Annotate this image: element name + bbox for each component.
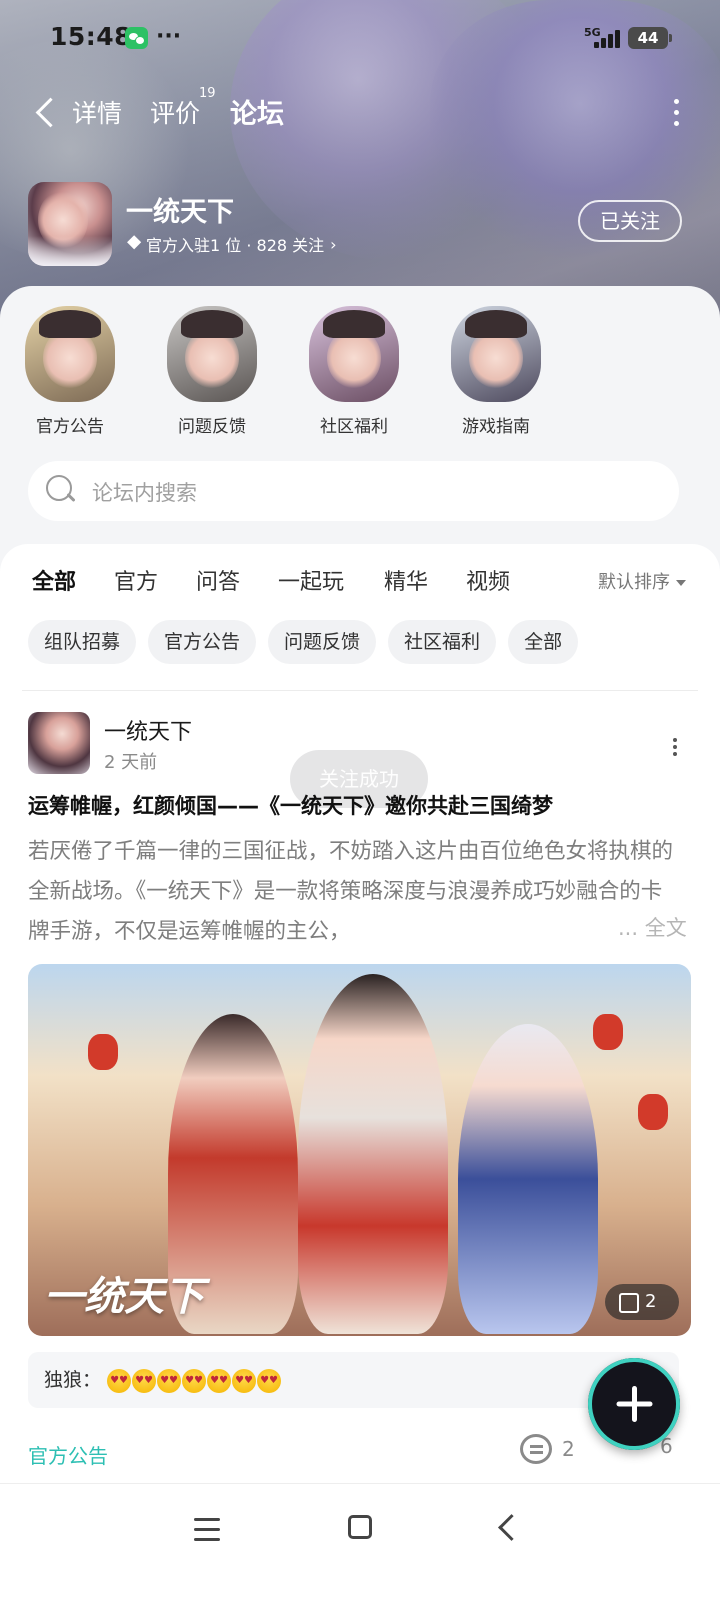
comment-button[interactable]: 2: [520, 1434, 575, 1464]
game-icon[interactable]: [28, 182, 112, 266]
tab-reviews[interactable]: 评价: [150, 94, 200, 130]
tab-official[interactable]: 官方: [114, 564, 158, 596]
filter-chips: 组队招募 官方公告 问题反馈 社区福利 全部: [28, 620, 579, 664]
board-avatar: [309, 306, 399, 402]
tab-all[interactable]: 全部: [32, 564, 76, 598]
character-figure: [458, 1024, 598, 1334]
feed-tabs: 全部 官方 问答 一起玩 精华 视频 默认排序: [0, 544, 720, 614]
signal-icon: [588, 30, 622, 48]
board-label: 官方公告: [36, 417, 104, 437]
more-icon[interactable]: [672, 96, 680, 126]
comment-count: 2: [562, 1437, 575, 1461]
reviews-count-badge: 19: [199, 86, 216, 101]
heart-eyes-emoji-icon: ♥♥: [157, 1368, 182, 1393]
more-notifications-icon: ···: [156, 24, 182, 49]
full-text-link[interactable]: ... 全文: [600, 912, 687, 942]
avatar[interactable]: [28, 712, 90, 774]
chip-all[interactable]: 全部: [508, 620, 579, 664]
board-item-feedback[interactable]: 问题反馈: [162, 306, 262, 437]
chip-team-recruit[interactable]: 组队招募: [28, 620, 137, 664]
status-bar: 15:48 ··· 5G 44: [0, 0, 720, 78]
divider: [22, 690, 698, 691]
follow-button[interactable]: 已关注: [578, 200, 682, 242]
comment-preview[interactable]: 独狼： ♥♥ ♥♥ ♥♥ ♥♥ ♥♥ ♥♥ ♥♥: [28, 1352, 679, 1408]
add-post-button[interactable]: [588, 1358, 680, 1450]
comment-emojis: ♥♥ ♥♥ ♥♥ ♥♥ ♥♥ ♥♥ ♥♥: [107, 1368, 282, 1393]
game-info: 一统天下 官方入驻1 位 · 828 关注 › 已关注: [28, 182, 698, 266]
header-banner: 15:48 ··· 5G 44 详情 评价 19 论坛 一统天下 官方入驻1 位…: [0, 0, 720, 330]
status-time: 15:48: [50, 22, 133, 51]
board-list: 官方公告 问题反馈 社区福利 游戏指南: [20, 306, 700, 437]
wechat-icon: [125, 27, 148, 49]
board-avatar: [451, 306, 541, 402]
post-author[interactable]: 一统天下: [104, 714, 192, 746]
chip-announcements[interactable]: 官方公告: [148, 620, 257, 664]
heart-eyes-emoji-icon: ♥♥: [232, 1368, 257, 1393]
search-placeholder: 论坛内搜索: [92, 481, 197, 505]
heart-eyes-emoji-icon: ♥♥: [182, 1368, 207, 1393]
chip-welfare[interactable]: 社区福利: [388, 620, 497, 664]
comment-icon: [520, 1434, 552, 1464]
board-item-guide[interactable]: 游戏指南: [446, 306, 546, 437]
top-nav: 详情 评价 19 论坛: [0, 86, 720, 136]
heart-eyes-emoji-icon: ♥♥: [132, 1368, 157, 1393]
board-label: 社区福利: [320, 417, 388, 437]
system-back-icon[interactable]: [494, 1514, 518, 1538]
heart-eyes-emoji-icon: ♥♥: [257, 1368, 282, 1393]
board-avatar: [167, 306, 257, 402]
search-icon: [46, 475, 76, 505]
tab-featured[interactable]: 精华: [384, 564, 428, 596]
battery-icon: 44: [628, 27, 672, 49]
game-logo: 一统天下: [44, 1274, 204, 1320]
heart-eyes-emoji-icon: ♥♥: [207, 1368, 232, 1393]
character-figure: [298, 974, 448, 1334]
home-icon[interactable]: [348, 1515, 372, 1539]
post-image[interactable]: 一统天下 2: [28, 964, 691, 1336]
board-label: 游戏指南: [462, 417, 530, 437]
chevron-right-icon: ›: [330, 234, 337, 254]
diamond-icon: [126, 238, 140, 250]
post-title[interactable]: 运筹帷幄，红颜倾国——《一统天下》邀你共赴三国绮梦: [28, 790, 698, 820]
comment-user: 独狼：: [44, 1369, 102, 1391]
heart-eyes-emoji-icon: ♥♥: [107, 1368, 132, 1393]
board-item-announcements[interactable]: 官方公告: [20, 306, 120, 437]
image-count-badge: 2: [605, 1284, 679, 1320]
chip-feedback[interactable]: 问题反馈: [268, 620, 377, 664]
tab-details[interactable]: 详情: [72, 94, 122, 130]
post-body[interactable]: 若厌倦了千篇一律的三国征战，不妨踏入这片由百位绝色女将执棋的全新战场。《一统天下…: [28, 832, 678, 952]
game-meta[interactable]: 官方入驻1 位 · 828 关注 ›: [126, 232, 337, 256]
menu-icon[interactable]: [194, 1518, 220, 1541]
tab-play-together[interactable]: 一起玩: [278, 564, 344, 596]
post-more-icon[interactable]: [672, 736, 678, 760]
game-meta-text: 官方入驻1 位 · 828 关注: [146, 236, 325, 255]
image-count: 2: [645, 1291, 657, 1312]
system-nav-bar: [0, 1483, 720, 1600]
tab-qa[interactable]: 问答: [196, 564, 240, 596]
post-time: 2 天前: [104, 752, 158, 773]
tab-forum[interactable]: 论坛: [230, 92, 284, 131]
search-input[interactable]: 论坛内搜索: [28, 461, 679, 521]
board-avatar: [25, 306, 115, 402]
tab-video[interactable]: 视频: [466, 564, 510, 596]
board-label: 问题反馈: [178, 417, 246, 437]
board-item-welfare[interactable]: 社区福利: [304, 306, 404, 437]
back-icon[interactable]: [34, 96, 56, 126]
game-name: 一统天下: [126, 197, 234, 228]
post-tag[interactable]: 官方公告: [28, 1440, 108, 1469]
sort-dropdown[interactable]: 默认排序: [598, 568, 686, 594]
